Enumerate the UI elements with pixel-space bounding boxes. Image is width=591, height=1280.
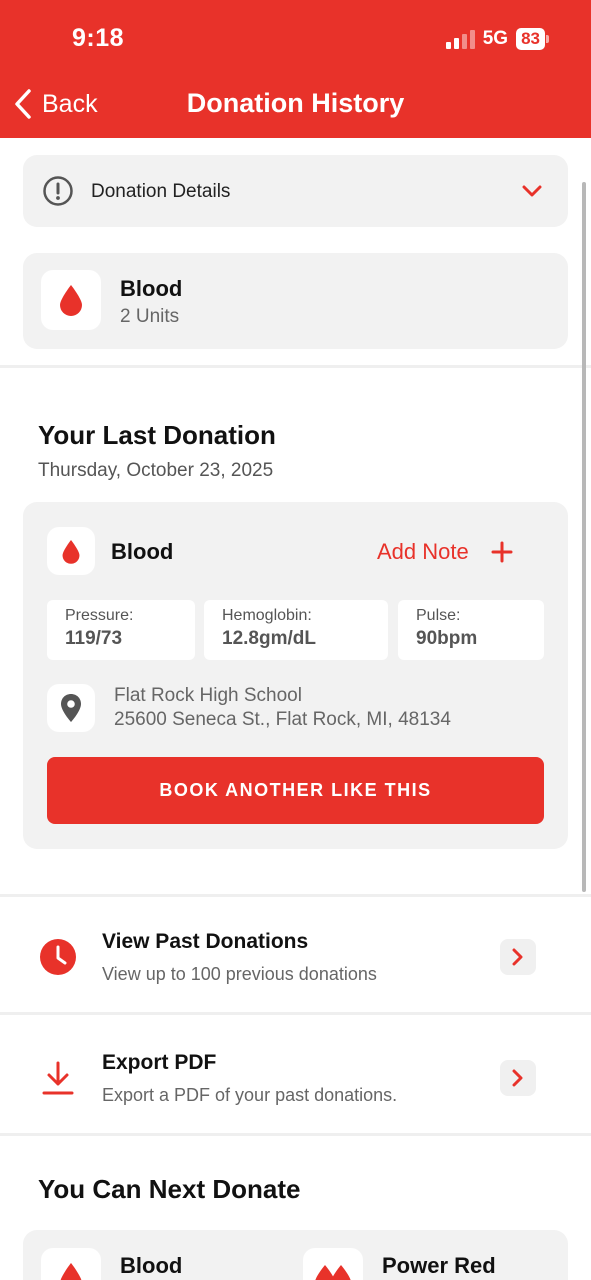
export-pdf-row[interactable]: Export PDF Export a PDF of your past don…: [0, 1015, 591, 1133]
next-donate-blood: Blood: [120, 1253, 183, 1278]
battery-icon: 83: [516, 28, 549, 50]
section-divider: [0, 1133, 591, 1136]
last-donation-type: Blood: [111, 539, 174, 564]
chevron-right-icon: [512, 1069, 523, 1087]
status-indicators: 5G 83: [445, 28, 549, 50]
location-pin-icon: [47, 684, 95, 732]
metric-value: 90bpm: [416, 628, 478, 649]
book-another-label: BOOK ANOTHER LIKE THIS: [159, 780, 432, 800]
metric-value: 119/73: [65, 628, 123, 649]
metric-label: Hemoglobin:: [222, 607, 312, 624]
plus-icon: [491, 541, 513, 563]
summary-units: 2 Units: [120, 306, 180, 327]
metric-label: Pulse:: [416, 607, 461, 624]
book-another-button[interactable]: BOOK ANOTHER LIKE THIS: [47, 757, 544, 824]
view-past-chevron[interactable]: [500, 939, 536, 975]
next-donate-heading: You Can Next Donate: [38, 1174, 301, 1204]
donation-details-toggle[interactable]: Donation Details: [23, 155, 568, 227]
network-label: 5G: [482, 28, 509, 49]
metric-hemoglobin: Hemoglobin: 12.8gm/dL: [204, 600, 388, 660]
last-donation-date: Thursday, October 23, 2025: [38, 460, 274, 481]
signal-icon: [445, 29, 475, 49]
donation-details-label: Donation Details: [91, 181, 231, 202]
location-name: Flat Rock High School: [114, 685, 302, 706]
add-note-label: Add Note: [377, 539, 469, 564]
last-donation-heading: Your Last Donation: [38, 420, 276, 450]
metric-value: 12.8gm/dL: [222, 628, 316, 649]
clock-icon: [40, 939, 76, 975]
view-past-donations-row[interactable]: View Past Donations View up to 100 previ…: [0, 897, 591, 1012]
download-icon: [42, 1061, 74, 1095]
blood-drop-icon: [41, 1248, 101, 1280]
chevron-down-icon: [522, 185, 542, 197]
metric-label: Pressure:: [65, 607, 134, 624]
scrollbar[interactable]: [582, 182, 586, 892]
back-button[interactable]: Back: [12, 88, 98, 120]
metric-pulse: Pulse: 90bpm: [398, 600, 544, 660]
section-divider: [0, 365, 591, 368]
next-donate-card: Blood Power Red: [23, 1230, 568, 1280]
blood-drop-icon: [41, 270, 101, 330]
metric-pressure: Pressure: 119/73: [47, 600, 195, 660]
export-pdf-chevron[interactable]: [500, 1060, 536, 1096]
view-past-subtitle: View up to 100 previous donations: [102, 964, 377, 984]
donation-summary-card: Blood 2 Units: [23, 253, 568, 349]
export-pdf-title: Export PDF: [102, 1051, 217, 1074]
battery-level: 83: [516, 28, 545, 50]
double-drop-icon: [303, 1248, 363, 1280]
chevron-right-icon: [512, 948, 523, 966]
add-note-button[interactable]: Add Note: [377, 539, 513, 565]
info-icon: [43, 176, 73, 206]
next-donate-power-red: Power Red: [382, 1253, 496, 1278]
summary-type: Blood: [120, 276, 183, 301]
chevron-left-icon: [15, 89, 31, 119]
export-pdf-subtitle: Export a PDF of your past donations.: [102, 1085, 398, 1105]
location-address: 25600 Seneca St., Flat Rock, MI, 48134: [114, 709, 451, 730]
blood-drop-icon: [47, 527, 95, 575]
status-time: 9:18: [72, 24, 125, 52]
view-past-title: View Past Donations: [102, 930, 309, 953]
app-header: 9:18 5G 83 Donation History Back: [0, 0, 591, 138]
back-label: Back: [42, 89, 98, 118]
